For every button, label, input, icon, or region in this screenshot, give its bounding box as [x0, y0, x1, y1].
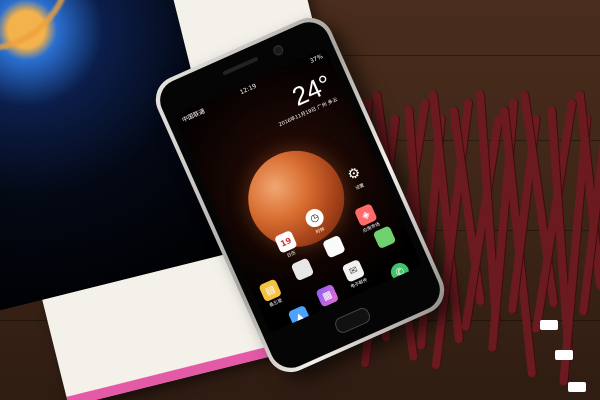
scarf-white-stripe: [555, 350, 573, 360]
city-text: 广州: [316, 101, 329, 112]
app-unknown[interactable]: [289, 257, 316, 282]
scarf-white-stripe: [540, 320, 558, 330]
condition-text: 多云: [327, 96, 339, 107]
app-settings[interactable]: ⚙ 设置: [340, 161, 371, 194]
battery-level: 37%: [308, 53, 324, 65]
app-notes[interactable]: ▤ 备忘录: [257, 278, 288, 311]
placeholder-icon: [290, 257, 315, 282]
app-gallery[interactable]: ▦ 图库: [314, 283, 345, 316]
app-photos[interactable]: ▲ 相册: [286, 304, 317, 333]
carrier-label: 中国联通: [181, 107, 207, 125]
app-label: 相册: [300, 325, 311, 333]
photo-scene: 中国联通 12:19 37% 24° 2016年11月19日 广州 多云 19: [0, 0, 600, 400]
browser-icon: ◍: [362, 286, 387, 311]
message-icon: ✆: [388, 260, 412, 284]
app-mail[interactable]: ✉ 电子邮件: [340, 258, 371, 291]
dock-message[interactable]: ✆: [386, 259, 413, 284]
scarf-white-stripe: [568, 382, 586, 392]
status-time: 12:19: [238, 82, 258, 97]
artwork-glow: [0, 0, 93, 73]
photos-icon: ▲: [287, 304, 312, 329]
placeholder-icon: [322, 234, 346, 259]
front-camera: [271, 43, 285, 57]
earpiece-speaker: [222, 56, 259, 76]
home-button[interactable]: [332, 305, 373, 336]
